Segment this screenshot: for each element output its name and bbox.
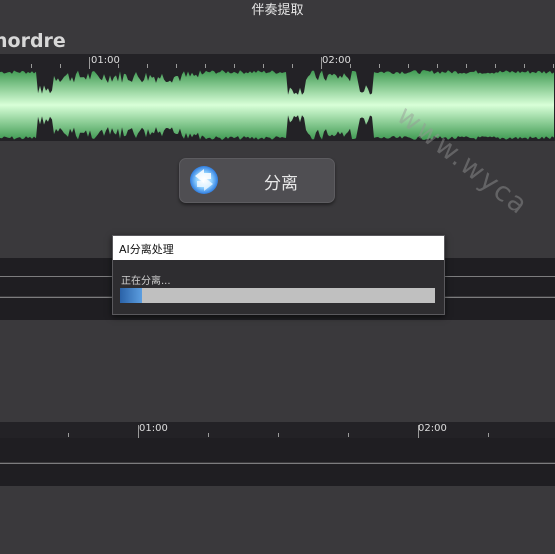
ruler-tick <box>31 64 32 68</box>
top-ruler-label-2: 02:00 <box>322 55 351 66</box>
waveform <box>0 70 554 140</box>
separate-button[interactable]: 分离 <box>179 158 335 203</box>
ruler-tick <box>205 64 206 68</box>
ruler-tick <box>89 57 90 69</box>
top-ruler-label-1: 01:00 <box>91 55 120 66</box>
ruler-tick <box>553 64 554 68</box>
dialog-title: AI分离处理 <box>119 243 174 256</box>
bottom-ruler-label-2: 02:00 <box>418 423 447 434</box>
ruler-tick <box>278 433 279 437</box>
ruler-tick <box>176 64 177 68</box>
ai-separation-dialog: AI分离处理 正在分离... <box>112 235 445 315</box>
top-timeline-ruler[interactable]: 01:00 02:00 <box>0 54 555 69</box>
ruler-tick <box>263 64 264 68</box>
dialog-status-text: 正在分离... <box>121 276 171 287</box>
ruler-tick <box>408 64 409 68</box>
separate-button-label: 分离 <box>264 174 298 194</box>
track-name: nordre <box>0 30 66 52</box>
ruler-tick <box>208 433 209 437</box>
ruler-tick <box>147 64 148 68</box>
window-title: 伴奏提取 <box>251 3 304 18</box>
separate-icon <box>190 166 218 194</box>
ruler-tick <box>292 64 293 68</box>
progress-bar <box>120 288 435 303</box>
ruler-tick <box>379 64 380 68</box>
waveform-track[interactable] <box>0 69 555 141</box>
ruler-tick <box>466 64 467 68</box>
accompaniment-track-upper[interactable] <box>0 438 555 462</box>
ruler-tick <box>437 64 438 68</box>
ruler-tick <box>524 64 525 68</box>
ruler-tick <box>68 433 69 437</box>
ruler-tick <box>348 433 349 437</box>
progress-fill <box>120 288 143 303</box>
ruler-tick <box>60 64 61 68</box>
ruler-tick <box>488 433 489 437</box>
bottom-ruler-label-1: 01:00 <box>139 423 168 434</box>
ruler-tick <box>234 64 235 68</box>
waveform-shape <box>0 70 554 140</box>
accompaniment-track-lower[interactable] <box>0 464 555 486</box>
ruler-tick <box>495 64 496 68</box>
bottom-timeline-ruler[interactable]: 01:00 02:00 <box>0 422 555 438</box>
dialog-title-bar[interactable]: AI分离处理 <box>113 236 444 260</box>
